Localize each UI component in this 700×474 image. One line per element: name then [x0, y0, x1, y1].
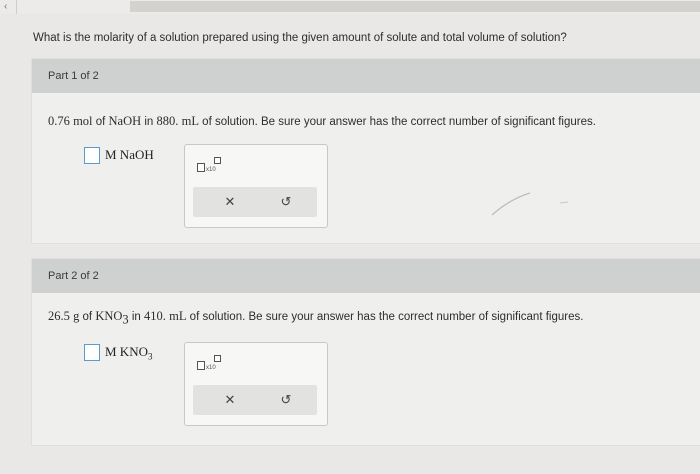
- top-bar: [130, 1, 700, 12]
- part-1-solute: NaOH: [108, 114, 142, 128]
- part-1-answer-input[interactable]: [84, 147, 100, 165]
- part-2-answer: M KNO3: [84, 344, 152, 362]
- part-2-card: Part 2 of 2 26.5 g of KNO3 in 410. mL of…: [31, 258, 700, 446]
- part-1-of: of: [95, 116, 106, 128]
- part-2-amount: 26.5: [48, 309, 70, 323]
- part-2-answer-input[interactable]: [84, 344, 100, 362]
- part-1-card: Part 1 of 2 0.76 mol of NaOH in 880. mL …: [31, 58, 700, 244]
- back-arrow-icon[interactable]: ‹: [4, 1, 7, 12]
- part-1-answer: M NaOH: [84, 147, 154, 165]
- part-2-prompt: 26.5 g of KNO3 in 410. mL of solution. B…: [48, 309, 583, 327]
- part-2-header: Part 2 of 2: [32, 259, 700, 293]
- part-2-solute-sub: 3: [122, 312, 129, 327]
- part-2-answer-unit: M KNO3: [105, 344, 153, 362]
- exponent-box-icon: [214, 157, 221, 164]
- base-box-icon: [197, 361, 205, 370]
- part-2-controls: ✕ ↺: [193, 385, 317, 415]
- base-box-icon: [197, 163, 205, 172]
- scientific-notation-button[interactable]: x10: [197, 157, 225, 175]
- part-2-solute: KNO: [95, 309, 123, 323]
- top-strip: ‹: [0, 0, 700, 14]
- part-1-volume: 880.: [156, 114, 179, 128]
- part-2-answer-toolbar: x10 ✕ ↺: [184, 342, 328, 426]
- part-2-volume-unit: mL: [169, 309, 187, 323]
- exponent-box-icon: [214, 355, 221, 362]
- pencil-mark: [491, 192, 569, 216]
- part-1-header: Part 1 of 2: [32, 59, 700, 93]
- part-2-volume: 410.: [144, 309, 166, 323]
- part-2-of: of: [82, 311, 93, 323]
- part-2-prompt-suffix: of solution. Be sure your answer has the…: [189, 311, 584, 323]
- question-text: What is the molarity of a solution prepa…: [33, 32, 567, 44]
- part-1-answer-toolbar: x10 ✕ ↺: [184, 144, 328, 228]
- part-1-amount-unit: mol: [73, 114, 93, 128]
- part-1-controls: ✕ ↺: [193, 187, 317, 217]
- part-2-in: in: [131, 311, 141, 323]
- clear-icon[interactable]: ✕: [219, 192, 241, 212]
- undo-icon[interactable]: ↺: [275, 192, 297, 212]
- x10-label: x10: [206, 167, 216, 173]
- part-1-prompt-suffix: of solution. Be sure your answer has the…: [202, 116, 596, 128]
- part-1-answer-unit: M NaOH: [105, 147, 154, 162]
- part-2-amount-unit: g: [73, 309, 80, 323]
- left-edge: [0, 0, 17, 14]
- clear-icon[interactable]: ✕: [219, 390, 241, 410]
- part-1-prompt: 0.76 mol of NaOH in 880. mL of solution.…: [48, 114, 596, 132]
- part-1-volume-unit: mL: [181, 114, 199, 128]
- x10-label: x10: [206, 365, 216, 371]
- part-1-amount: 0.76: [48, 114, 70, 128]
- scientific-notation-button[interactable]: x10: [197, 355, 225, 373]
- undo-icon[interactable]: ↺: [275, 390, 297, 410]
- part-1-in: in: [144, 116, 154, 128]
